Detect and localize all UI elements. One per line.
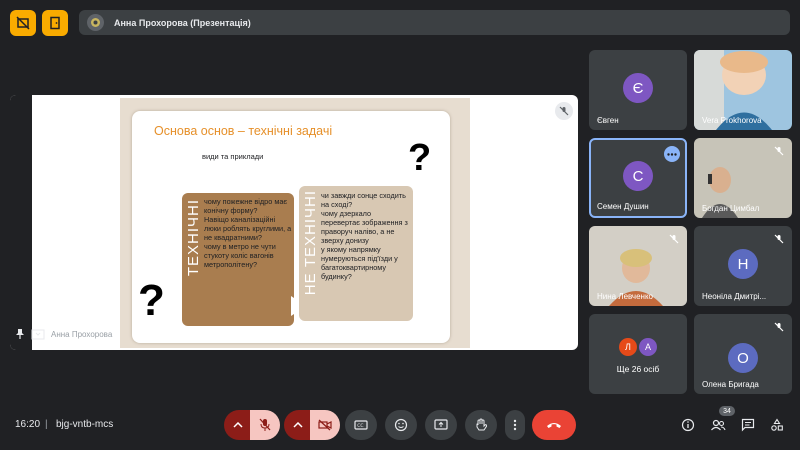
people-button[interactable] — [709, 416, 727, 434]
slide-title: Основа основ – технічні задачі — [154, 124, 333, 138]
meeting-time: 16:20 — [15, 419, 41, 430]
participant-name: Богдан Цимбал — [702, 204, 760, 213]
participant-name: Неоніла Дмитрі... — [702, 292, 767, 301]
stage-left-strip — [10, 95, 32, 350]
video-settings-button[interactable] — [284, 410, 312, 440]
mic-off-icon — [259, 418, 271, 431]
hang-up-icon — [547, 423, 561, 428]
chat-icon — [741, 418, 755, 432]
slide-subtitle: види та приклади — [202, 152, 264, 161]
present-screen-icon — [434, 419, 448, 430]
presenter-label-area: Анна Прохорова — [15, 328, 112, 340]
participant-name: Vera Prokhorova — [702, 116, 762, 125]
more-options-button[interactable] — [505, 410, 525, 440]
presenter-name: Анна Прохорова — [51, 329, 113, 339]
slide-card: Основа основ – технічні задачі види та п… — [132, 111, 450, 343]
more-vert-icon — [513, 419, 517, 431]
more-participants-label: Ще 26 осіб — [616, 364, 660, 374]
slide-background: Основа основ – технічні задачі види та п… — [120, 98, 470, 348]
shapes-icon — [771, 418, 783, 431]
participant-name: Семен Душин — [597, 202, 649, 211]
door-icon — [50, 16, 60, 30]
leave-call-button[interactable] — [532, 410, 576, 440]
question-head-top-icon: ? — [408, 137, 432, 179]
technical-card: ТЕХНІЧНІ чому пожежне відро має конічну … — [182, 193, 294, 326]
reactions-button[interactable] — [385, 410, 417, 440]
meeting-details-button[interactable] — [679, 416, 697, 434]
audio-settings-button[interactable] — [224, 410, 252, 440]
hand-icon — [476, 418, 487, 431]
avatar: А — [639, 338, 657, 356]
mic-off-icon — [666, 231, 682, 247]
chat-button[interactable] — [739, 416, 757, 434]
presentation-title-bar[interactable]: Анна Прохорова (Презентація) — [79, 10, 790, 35]
meeting-code: bjg-vntb-mcs — [56, 419, 114, 430]
hide-participants-button[interactable] — [10, 10, 36, 36]
participant-tile[interactable]: С Семен Душин — [589, 138, 687, 218]
participant-tile[interactable]: Є Євген — [589, 50, 687, 130]
people-icon — [711, 419, 726, 431]
layout-button[interactable] — [42, 10, 68, 36]
more-options-icon[interactable] — [664, 146, 680, 162]
more-participants-tile[interactable]: Л А Ще 26 осіб — [589, 314, 687, 394]
present-now-button[interactable] — [425, 410, 457, 440]
mic-off-icon — [771, 231, 787, 247]
participant-tile[interactable]: О Олена Бригада — [694, 314, 792, 394]
pin-icon[interactable] — [15, 328, 25, 340]
question-head-bottom-icon: ? — [138, 276, 165, 325]
mic-off-icon — [771, 319, 787, 335]
chevron-up-icon — [293, 422, 303, 428]
presentation-stage[interactable]: Основа основ – технічні задачі види та п… — [10, 95, 578, 350]
nontechnical-questions: чи завжди сонце сходить на сході? чому д… — [321, 191, 408, 281]
activities-button[interactable] — [768, 416, 786, 434]
captions-icon: CC — [354, 420, 368, 430]
presenter-avatar — [87, 14, 104, 31]
participant-name: Євген — [597, 116, 619, 125]
avatar: О — [728, 343, 758, 373]
technical-label: ТЕХНІЧНІ — [185, 199, 202, 277]
participant-name: Нина Левченко — [597, 292, 653, 301]
present-icon — [91, 18, 100, 27]
avatar: Є — [623, 73, 653, 103]
participant-name: Олена Бригада — [702, 380, 759, 389]
presenter-mic-off-icon — [555, 102, 573, 120]
participant-tile[interactable]: Богдан Цимбал — [694, 138, 792, 218]
emoji-icon — [394, 418, 408, 432]
captions-button[interactable]: CC — [345, 410, 377, 440]
mic-off-icon — [771, 143, 787, 159]
participant-tile[interactable]: Vera Prokhorova — [694, 50, 792, 130]
avatar: С — [623, 161, 653, 191]
avatar: Л — [619, 338, 637, 356]
presenter-title: Анна Прохорова (Презентація) — [114, 17, 251, 28]
participant-tile[interactable]: Нина Левченко — [589, 226, 687, 306]
hide-tiles-icon — [16, 16, 30, 30]
present-screen-icon — [31, 329, 45, 339]
technical-questions: чому пожежне відро має конічну форму? На… — [204, 197, 292, 269]
nontechnical-card: НЕ ТЕХНІЧНІ чи завжди сонце сходить на с… — [299, 186, 413, 321]
people-count-badge: 34 — [719, 406, 735, 416]
nontechnical-label: НЕ ТЕХНІЧНІ — [302, 190, 319, 296]
avatar: Н — [728, 249, 758, 279]
svg-text:CC: CC — [357, 423, 363, 429]
participant-tile[interactable]: Н Неоніла Дмитрі... — [694, 226, 792, 306]
microphone-button[interactable] — [250, 410, 280, 440]
chevron-up-icon — [233, 422, 243, 428]
meeting-separator: | — [45, 419, 48, 430]
info-icon — [681, 418, 695, 432]
raise-hand-button[interactable] — [465, 410, 497, 440]
camera-off-icon — [318, 419, 332, 431]
camera-button[interactable] — [310, 410, 340, 440]
